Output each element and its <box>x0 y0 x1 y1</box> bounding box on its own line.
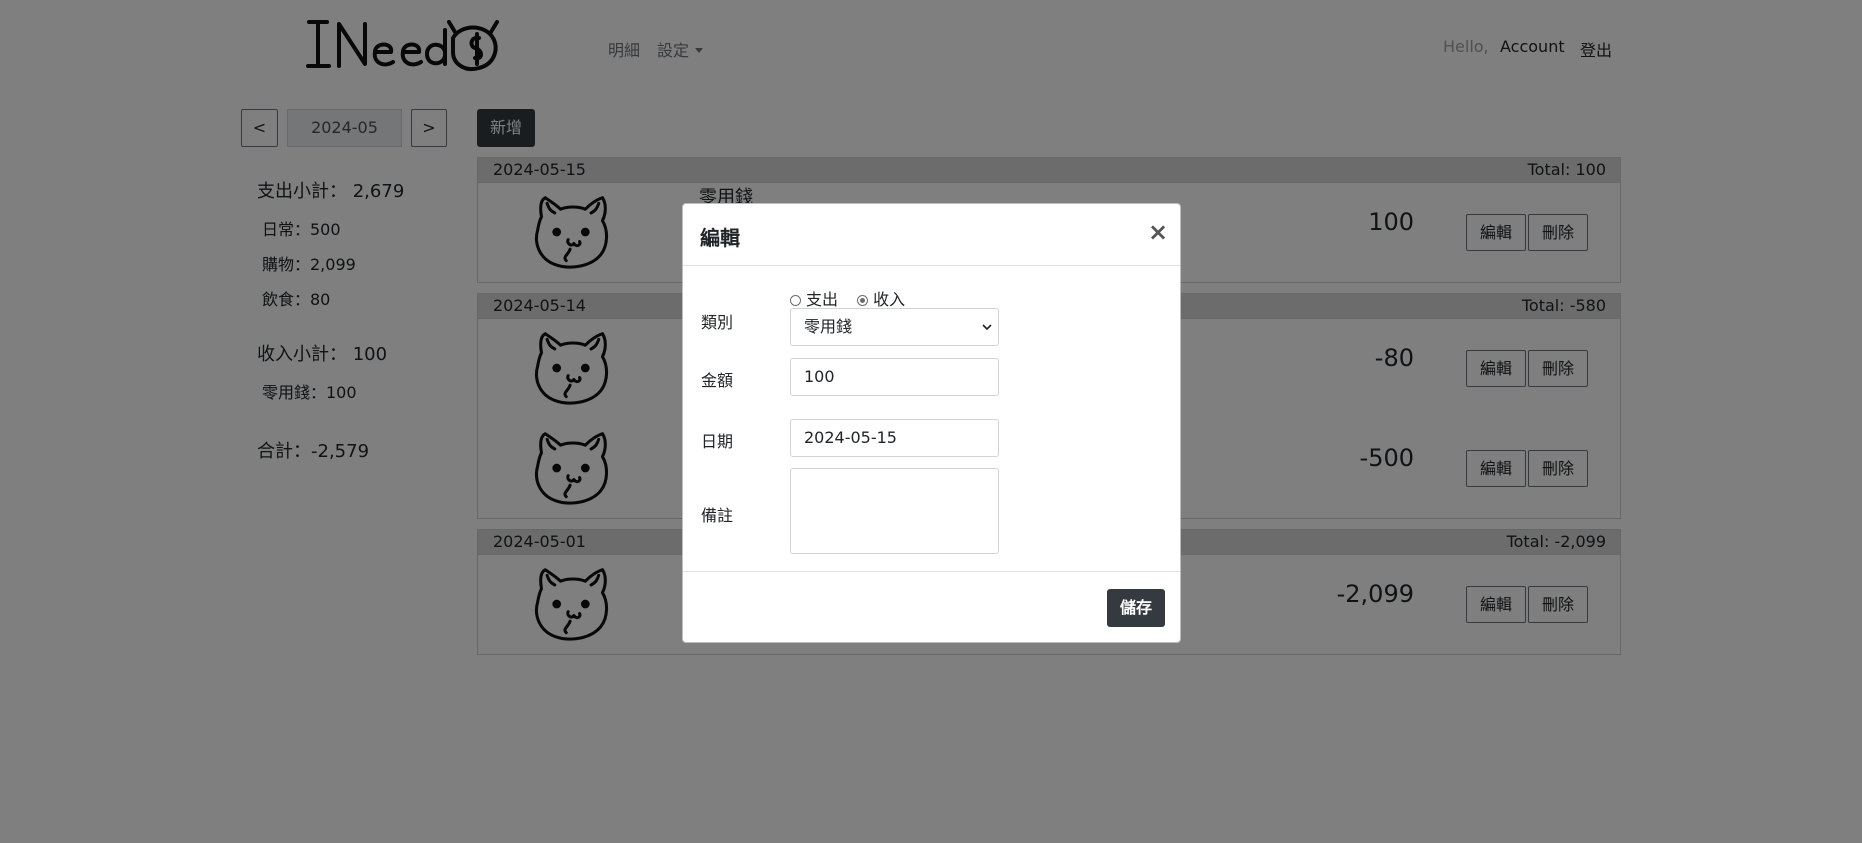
expense-radio-label: 支出 <box>806 290 839 309</box>
type-expense-option[interactable]: 支出 <box>790 286 838 310</box>
chevron-down-icon <box>982 324 992 331</box>
type-income-option[interactable]: 收入 <box>857 286 905 310</box>
note-textarea[interactable] <box>790 468 999 554</box>
amount-field[interactable]: 100 <box>790 358 999 396</box>
category-select[interactable]: 零用錢 <box>790 308 999 346</box>
date-field[interactable]: 2024-05-15 <box>790 419 999 457</box>
date-label: 日期 <box>701 432 734 451</box>
close-icon[interactable]: × <box>1148 218 1168 246</box>
modal-header-divider <box>683 265 1180 266</box>
edit-modal: 編輯 × 類別 支出 收入 零用錢 金額 100 日期 2024-05-15 備… <box>682 203 1181 643</box>
category-select-value: 零用錢 <box>804 317 853 336</box>
modal-title: 編輯 <box>700 226 740 250</box>
save-button[interactable]: 儲存 <box>1107 589 1165 627</box>
note-label: 備註 <box>701 506 734 525</box>
type-radio-group: 支出 收入 <box>790 286 919 310</box>
category-label: 類別 <box>701 313 734 332</box>
expense-radio[interactable] <box>790 295 801 306</box>
modal-footer-divider <box>683 571 1180 572</box>
income-radio[interactable] <box>857 295 869 306</box>
income-radio-label: 收入 <box>873 290 906 309</box>
amount-label: 金額 <box>701 371 734 390</box>
page: 明細 設定 Hello, Account 登出 < 2024-05 > 新增 支… <box>0 0 1862 843</box>
